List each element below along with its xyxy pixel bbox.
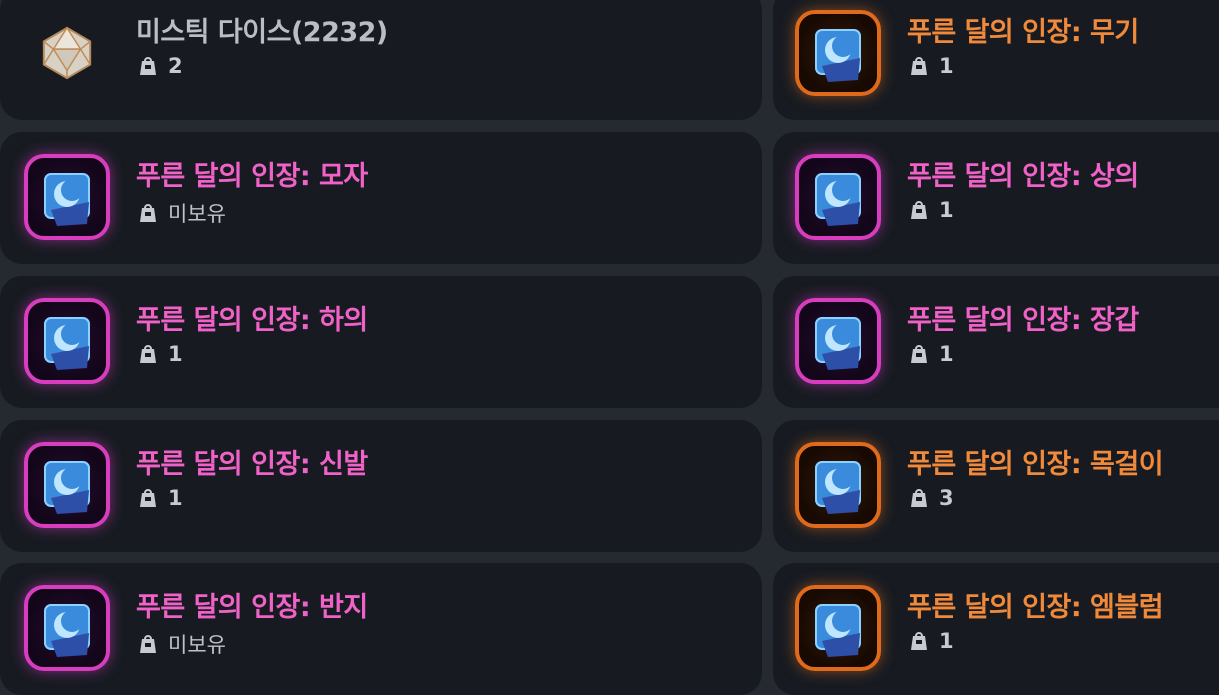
item-name: 푸른 달의 인장: 목걸이	[907, 449, 1164, 480]
item-name: 미스틱 다이스(2232)	[136, 17, 388, 48]
item-owned-count: 1	[907, 198, 954, 222]
inventory-bag-icon	[140, 57, 156, 75]
inventory-bag-icon	[911, 57, 927, 75]
item-card[interactable]: 푸른 달의 인장: 엠블럼 1	[773, 563, 1219, 695]
item-owned-count: 1	[136, 486, 183, 510]
item-icon-slot	[24, 442, 110, 528]
item-card[interactable]: 푸른 달의 인장: 신발 1	[0, 420, 762, 552]
item-name: 푸른 달의 인장: 신발	[136, 449, 368, 480]
blue-moon-seal-icon	[44, 317, 90, 370]
item-icon-slot	[795, 585, 881, 671]
owned-count-value: 1	[939, 198, 954, 222]
blue-moon-seal-icon	[815, 461, 861, 514]
inventory-bag-icon	[140, 345, 156, 363]
owned-count-value: 1	[939, 54, 954, 78]
item-name: 푸른 달의 인장: 반지	[136, 592, 368, 623]
item-icon-slot	[24, 298, 110, 384]
item-name: 푸른 달의 인장: 상의	[907, 161, 1139, 192]
inventory-bag-icon	[140, 489, 156, 507]
owned-count-value: 1	[168, 342, 183, 366]
item-owned-count: 3	[907, 486, 954, 510]
item-owned-count: 1	[907, 342, 954, 366]
item-owned-count: 1	[907, 629, 954, 653]
inventory-bag-icon	[140, 635, 156, 653]
item-card[interactable]: 푸른 달의 인장: 모자 미보유	[0, 132, 762, 264]
item-card[interactable]: 푸른 달의 인장: 목걸이 3	[773, 420, 1219, 552]
item-name: 푸른 달의 인장: 모자	[136, 161, 368, 192]
inventory-bag-icon	[911, 201, 927, 219]
item-icon-slot	[795, 10, 881, 96]
owned-count-value: 1	[168, 486, 183, 510]
inventory-bag-icon	[911, 489, 927, 507]
item-icon-slot	[795, 442, 881, 528]
blue-moon-seal-icon	[815, 29, 861, 82]
blue-moon-seal-icon	[44, 461, 90, 514]
item-owned-count: 미보유	[136, 629, 226, 659]
item-icon-slot	[795, 154, 881, 240]
item-owned-count: 1	[136, 342, 183, 366]
owned-count-value: 3	[939, 486, 954, 510]
blue-moon-seal-icon	[815, 604, 861, 657]
item-owned-count: 2	[136, 54, 183, 78]
item-list: 미스틱 다이스(2232) 2 푸른 달의 인장: 무기 1 푸른 달의 인장:…	[0, 0, 1219, 695]
item-name: 푸른 달의 인장: 장갑	[907, 305, 1139, 336]
owned-count-value: 1	[939, 629, 954, 653]
blue-moon-seal-icon	[815, 317, 861, 370]
inventory-bag-icon	[911, 632, 927, 650]
blue-moon-seal-icon	[44, 604, 90, 657]
item-name: 푸른 달의 인장: 무기	[907, 17, 1139, 48]
dice-icon	[42, 26, 92, 80]
item-icon-slot	[795, 298, 881, 384]
item-card[interactable]: 푸른 달의 인장: 무기 1	[773, 0, 1219, 120]
owned-count-value: 미보유	[168, 202, 226, 226]
item-icon-slot	[24, 10, 110, 96]
item-name: 푸른 달의 인장: 엠블럼	[907, 592, 1164, 623]
owned-count-value: 1	[939, 342, 954, 366]
item-name: 푸른 달의 인장: 하의	[136, 305, 368, 336]
inventory-bag-icon	[911, 345, 927, 363]
item-card[interactable]: 미스틱 다이스(2232) 2	[0, 0, 762, 120]
item-card[interactable]: 푸른 달의 인장: 장갑 1	[773, 276, 1219, 408]
item-owned-count: 1	[907, 54, 954, 78]
blue-moon-seal-icon	[44, 173, 90, 226]
item-card[interactable]: 푸른 달의 인장: 상의 1	[773, 132, 1219, 264]
item-owned-count: 미보유	[136, 198, 226, 228]
item-card[interactable]: 푸른 달의 인장: 반지 미보유	[0, 563, 762, 695]
item-card[interactable]: 푸른 달의 인장: 하의 1	[0, 276, 762, 408]
blue-moon-seal-icon	[815, 173, 861, 226]
owned-count-value: 2	[168, 54, 183, 78]
owned-count-value: 미보유	[168, 633, 226, 657]
item-icon-slot	[24, 154, 110, 240]
item-icon-slot	[24, 585, 110, 671]
inventory-bag-icon	[140, 204, 156, 222]
